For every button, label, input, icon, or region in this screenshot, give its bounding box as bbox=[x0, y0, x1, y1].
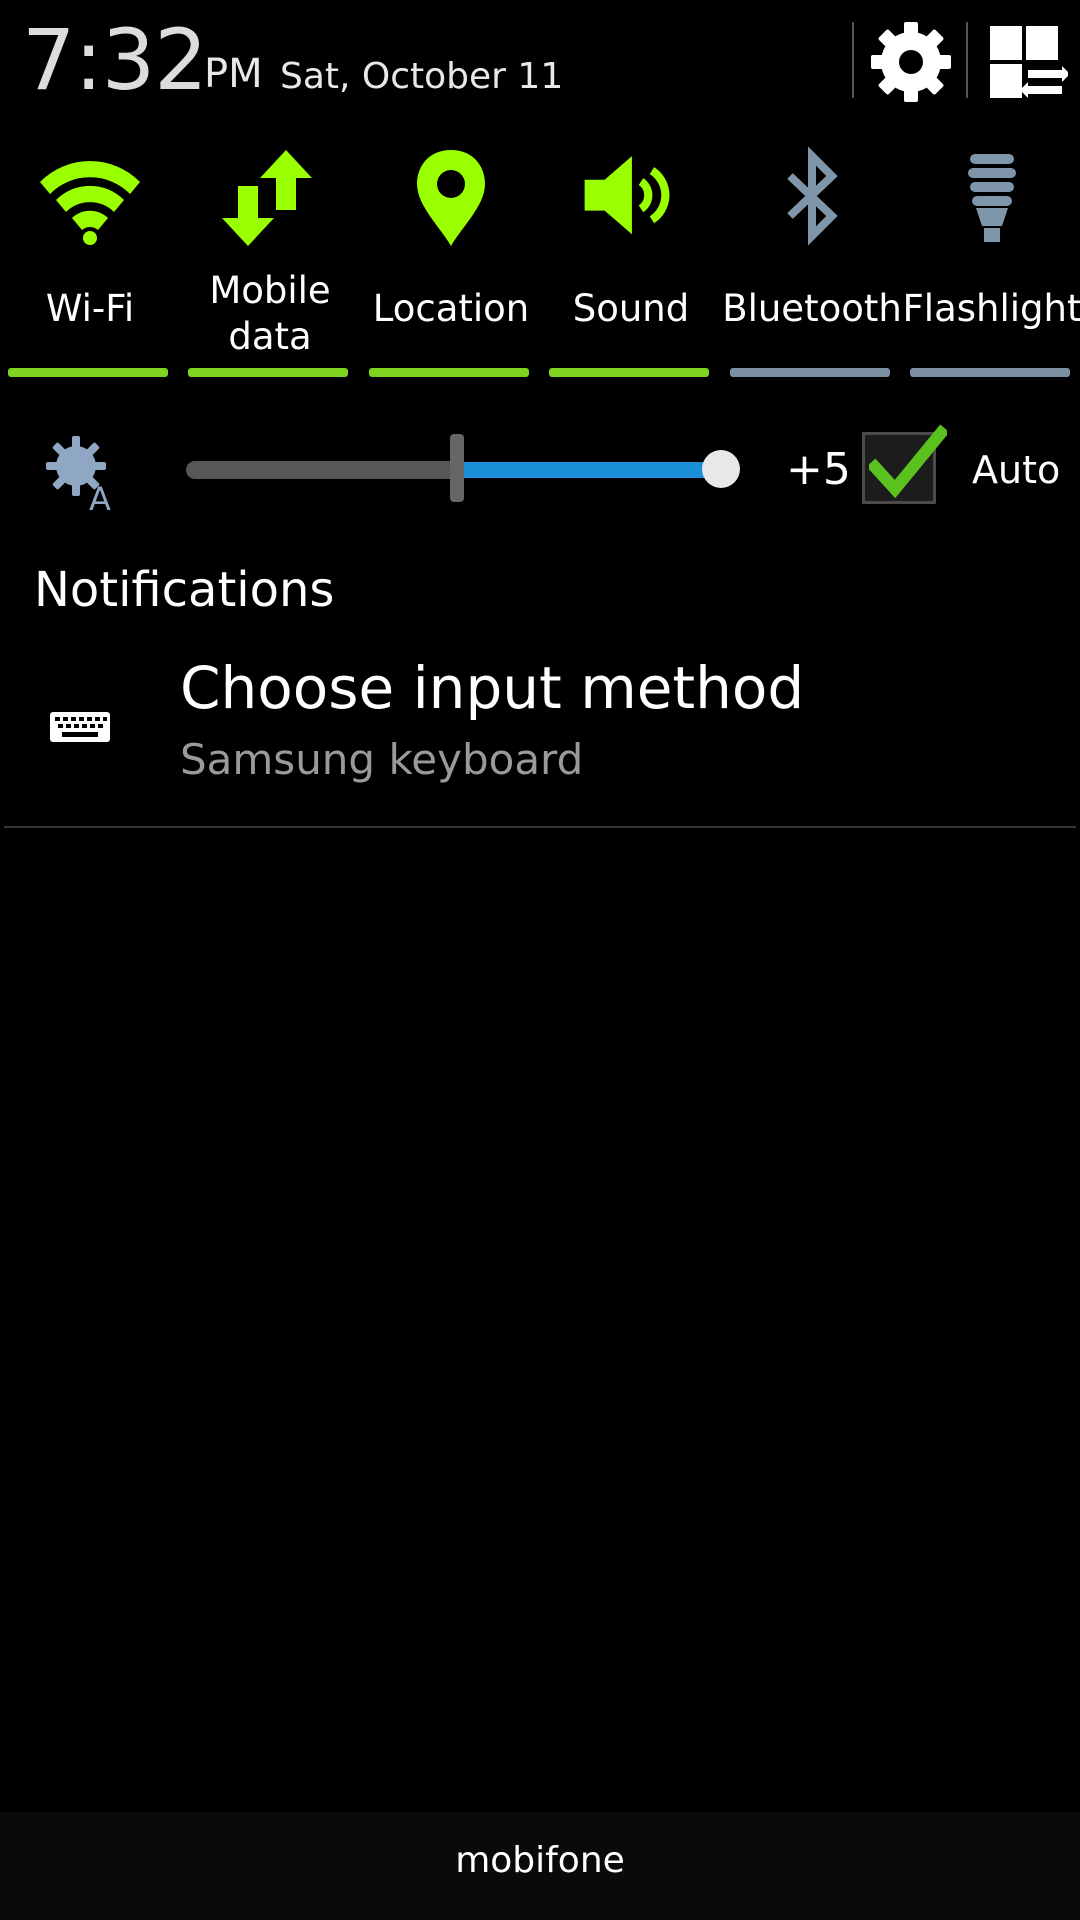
edit-quick-settings-button[interactable] bbox=[980, 20, 1070, 104]
grid-edit-icon bbox=[990, 26, 1070, 98]
sound-icon bbox=[584, 156, 670, 235]
slider-track bbox=[186, 461, 458, 479]
date-label: Sat, October 11 bbox=[280, 56, 564, 97]
quick-settings-row: Wi-Fi Mobile data Location Sound Bluetoo… bbox=[0, 140, 1080, 380]
wifi-icon bbox=[40, 160, 140, 245]
notification-title: Choose input method bbox=[180, 654, 805, 722]
toggle-sound[interactable]: Sound bbox=[541, 140, 721, 380]
toggle-state-bar bbox=[549, 368, 709, 377]
toggle-location[interactable]: Location bbox=[361, 140, 541, 380]
auto-brightness-icon: A bbox=[46, 436, 111, 512]
header-divider bbox=[852, 22, 854, 98]
toggle-label: Mobile bbox=[209, 269, 331, 312]
clock-ampm: PM bbox=[204, 51, 263, 97]
toggle-wifi[interactable]: Wi-Fi bbox=[0, 140, 180, 380]
notification-item[interactable]: Choose input method Samsung keyboard bbox=[0, 648, 1080, 824]
toggle-state-bar bbox=[730, 368, 890, 377]
toggle-label: Wi-Fi bbox=[45, 287, 135, 330]
slider-fill bbox=[456, 462, 722, 478]
toggle-label: Bluetooth bbox=[722, 287, 902, 330]
mobile-data-icon bbox=[222, 150, 312, 246]
location-pin-icon bbox=[417, 150, 485, 246]
toggle-state-bar bbox=[910, 368, 1070, 377]
toggle-state-bar bbox=[188, 368, 348, 377]
toggle-label: Sound bbox=[572, 287, 690, 330]
clock-time: 7:32 bbox=[22, 11, 208, 109]
carrier-label: mobifone bbox=[455, 1840, 625, 1881]
toggle-label: data bbox=[228, 315, 312, 358]
carrier-bar: mobifone bbox=[0, 1812, 1080, 1920]
notification-header: 7:32 PM Sat, October 11 bbox=[0, 0, 1080, 120]
header-divider bbox=[966, 22, 968, 98]
slider-thumb[interactable] bbox=[702, 450, 740, 488]
toggle-label: Flashlight bbox=[902, 287, 1080, 330]
brightness-value: +5 bbox=[786, 444, 851, 495]
toggle-bluetooth[interactable]: Bluetooth bbox=[722, 140, 902, 380]
toggle-label: Location bbox=[372, 287, 530, 330]
bluetooth-icon bbox=[787, 146, 838, 246]
auto-brightness-checkbox[interactable] bbox=[862, 424, 947, 504]
notification-subtitle: Samsung keyboard bbox=[180, 735, 584, 784]
toggle-mobile-data[interactable]: Mobile data bbox=[180, 140, 360, 380]
flashlight-icon bbox=[968, 154, 1016, 242]
notifications-heading: Notifications bbox=[34, 562, 335, 618]
notification-divider bbox=[4, 826, 1076, 828]
settings-button[interactable] bbox=[866, 20, 956, 104]
brightness-row: A +5 Auto bbox=[0, 420, 1080, 520]
checkmark-icon bbox=[869, 424, 947, 499]
toggle-flashlight[interactable]: Flashlight bbox=[902, 140, 1080, 380]
toggle-state-bar bbox=[369, 368, 529, 377]
toggle-state-bar bbox=[8, 368, 168, 377]
svg-text:A: A bbox=[89, 480, 111, 512]
gear-icon bbox=[871, 22, 951, 102]
keyboard-icon bbox=[50, 712, 110, 742]
slider-center-mark bbox=[450, 434, 464, 502]
auto-brightness-label: Auto bbox=[972, 448, 1061, 492]
